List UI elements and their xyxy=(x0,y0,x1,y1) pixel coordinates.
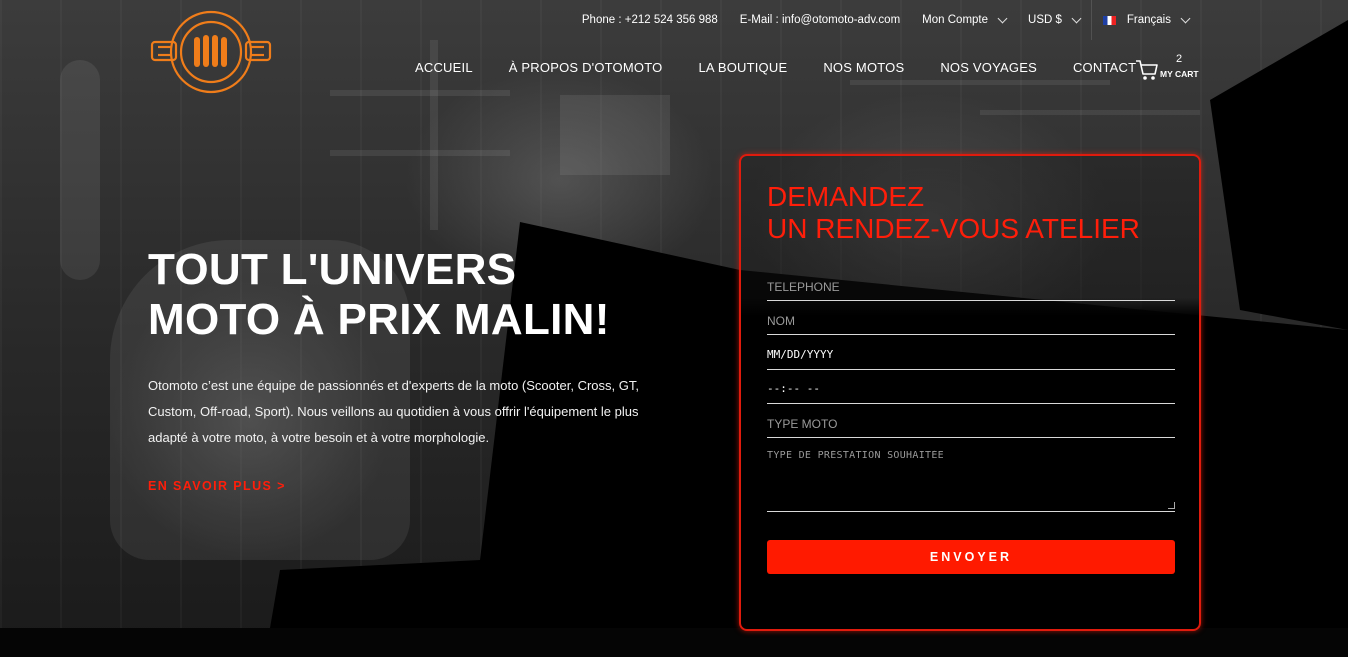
name-field-wrapper xyxy=(767,312,1175,335)
otomoto-logo[interactable] xyxy=(150,5,272,101)
nav-item-boutique[interactable]: LA BOUTIQUE xyxy=(698,60,787,75)
time-field-wrapper: --:-- -- xyxy=(767,379,1175,404)
form-title: DEMANDEZ UN RENDEZ-VOUS ATELIER xyxy=(767,181,1140,244)
phone-info: Phone : +212 524 356 988 xyxy=(581,14,718,26)
name-input[interactable] xyxy=(767,314,1175,334)
currency-label: USD $ xyxy=(1028,14,1062,26)
appointment-form: DEMANDEZ UN RENDEZ-VOUS ATELIER MM/DD/YY… xyxy=(739,154,1201,631)
main-nav: ACCUEIL À PROPOS D'OTOMOTO LA BOUTIQUE N… xyxy=(415,60,1136,75)
cart-icon xyxy=(1136,60,1158,80)
hero-title: TOUT L'UNIVERS MOTO À PRIX MALIN! xyxy=(148,245,610,344)
nav-item-voyages[interactable]: NOS VOYAGES xyxy=(940,60,1037,75)
nav-item-a-propos[interactable]: À PROPOS D'OTOMOTO xyxy=(509,60,663,75)
account-label: Mon Compte xyxy=(922,14,989,26)
learn-more-link[interactable]: EN SAVOIR PLUS > xyxy=(148,479,286,493)
cart-count: 2 xyxy=(1176,53,1183,65)
language-dropdown[interactable]: Français xyxy=(1092,13,1200,26)
chevron-down-icon xyxy=(997,13,1008,24)
service-field-wrapper xyxy=(767,450,1175,512)
resize-handle-icon[interactable] xyxy=(1168,502,1175,509)
service-textarea[interactable] xyxy=(767,450,1175,506)
moto-type-field-wrapper xyxy=(767,415,1175,438)
chevron-down-icon xyxy=(1071,13,1082,24)
date-input[interactable]: MM/DD/YYYY xyxy=(767,348,833,361)
cart-button[interactable]: 2 MY CART xyxy=(1135,52,1205,84)
language-label: Français xyxy=(1126,14,1171,26)
account-dropdown[interactable]: Mon Compte xyxy=(911,13,1017,26)
nav-item-contact[interactable]: CONTACT xyxy=(1073,60,1136,75)
france-flag-icon xyxy=(1102,15,1116,25)
cart-label: MY CART xyxy=(1160,69,1199,79)
phone-input[interactable] xyxy=(767,280,1175,300)
moto-type-input[interactable] xyxy=(767,417,1175,437)
nav-item-motos[interactable]: NOS MOTOS xyxy=(823,60,904,75)
currency-dropdown[interactable]: USD $ xyxy=(1017,13,1091,26)
hero-description: Otomoto c’est une équipe de passionnés e… xyxy=(148,378,639,445)
email-info[interactable]: E-Mail : info@otomoto-adv.com xyxy=(729,14,911,26)
time-input[interactable]: --:-- -- xyxy=(767,382,820,395)
logo-emblem xyxy=(150,10,272,94)
nav-item-accueil[interactable]: ACCUEIL xyxy=(415,60,473,75)
submit-button[interactable]: ENVOYER xyxy=(767,540,1175,574)
phone-field-wrapper xyxy=(767,278,1175,301)
chevron-down-icon xyxy=(1180,13,1191,24)
date-field-wrapper: MM/DD/YYYY xyxy=(767,345,1175,370)
